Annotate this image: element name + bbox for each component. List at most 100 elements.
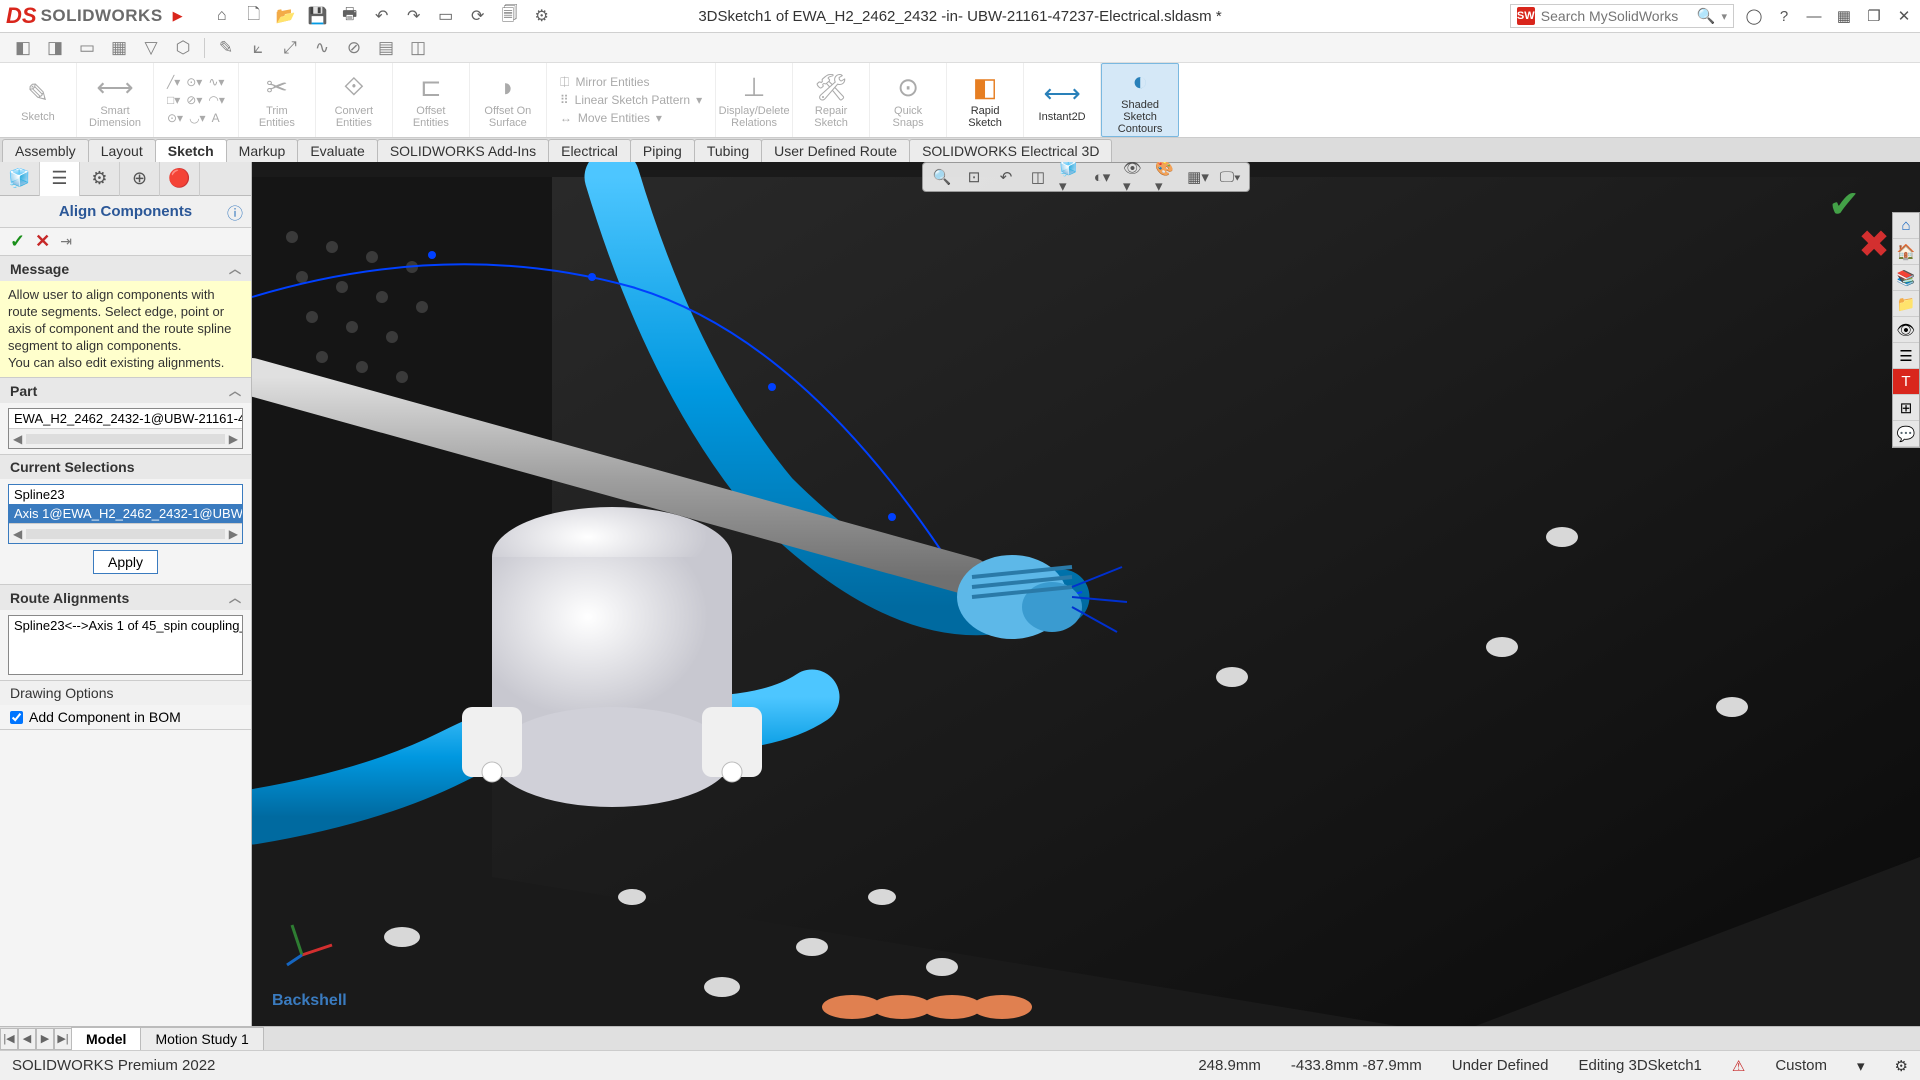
current-selections-box[interactable]: Spline23 Axis 1@EWA_H2_2462_2432-1@UBW-2… <box>8 484 243 544</box>
display-style-icon[interactable]: ◐▾ <box>1091 166 1113 188</box>
task-explorer-icon[interactable]: 📁 <box>1893 291 1919 317</box>
status-settings-icon[interactable]: ⚙ <box>1895 1057 1908 1075</box>
model-tab[interactable]: Model <box>71 1027 141 1051</box>
current-selections-head[interactable]: Current Selections <box>0 455 251 479</box>
scroll-right-icon[interactable]: ▶ <box>229 432 238 446</box>
instant2d-button[interactable]: ⟷Instant2D <box>1032 78 1092 123</box>
route-alignment-item[interactable]: Spline23<-->Axis 1 of 45_spin coupling_B… <box>9 616 242 635</box>
undo-icon[interactable]: ↶ <box>371 5 393 27</box>
tab-user-route[interactable]: User Defined Route <box>761 139 910 162</box>
shaded-contours-button[interactable]: ◐Shaded Sketch Contours <box>1110 66 1170 135</box>
minimize-icon[interactable]: — <box>1804 6 1824 26</box>
quick-snaps-button[interactable]: ⊙Quick Snaps <box>878 72 938 129</box>
task-resources-icon[interactable]: 🏠 <box>1893 239 1919 265</box>
home-icon[interactable]: ⌂ <box>211 5 233 27</box>
scene-icon[interactable]: ▦▾ <box>1187 166 1209 188</box>
scroll-right-icon[interactable]: ▶ <box>229 527 238 541</box>
tab-electrical[interactable]: Electrical <box>548 139 631 162</box>
appearance-icon[interactable]: 🎨▾ <box>1155 166 1177 188</box>
close-icon[interactable]: ✕ <box>1894 6 1914 26</box>
select-icon[interactable]: ▭ <box>435 5 457 27</box>
status-chevron-icon[interactable]: ▾ <box>1857 1057 1865 1075</box>
add-bom-checkbox[interactable] <box>10 711 23 724</box>
search-chevron-icon[interactable]: ▾ <box>1721 10 1727 23</box>
smart-dimension-button[interactable]: ⟷Smart Dimension <box>85 72 145 129</box>
status-ui-mode[interactable]: Custom <box>1775 1057 1827 1074</box>
ok-icon[interactable]: ✓ <box>10 231 25 252</box>
confirm-corner-ok-icon[interactable]: ✔ <box>1828 182 1860 227</box>
scroll-left-icon[interactable]: ◀ <box>13 527 22 541</box>
print-icon[interactable]: 🖶 <box>339 5 361 27</box>
rapid-sketch-button[interactable]: ◧Rapid Sketch <box>955 72 1015 129</box>
rebuild-icon[interactable]: ⟳ <box>467 5 489 27</box>
qat-icon[interactable]: ▤ <box>375 37 397 59</box>
qat-icon[interactable]: ▦ <box>108 37 130 59</box>
app-menu-chevron-icon[interactable]: ▶ <box>173 8 183 24</box>
scroll-left-icon[interactable]: ◀ <box>13 432 22 446</box>
first-tab-icon[interactable]: |◀ <box>0 1028 18 1050</box>
qat-icon[interactable]: ✎ <box>215 37 237 59</box>
open-icon[interactable]: 📂 <box>275 5 297 27</box>
tab-sketch[interactable]: Sketch <box>155 139 227 162</box>
tab-assembly[interactable]: Assembly <box>2 139 89 162</box>
last-tab-icon[interactable]: ▶| <box>54 1028 72 1050</box>
sketch-button[interactable]: ✎Sketch <box>8 78 68 123</box>
part-section-head[interactable]: Part︿ <box>0 378 251 403</box>
settings-gear-icon[interactable]: ⚙ <box>531 5 553 27</box>
prev-view-icon[interactable]: ↶ <box>995 166 1017 188</box>
status-warn-icon[interactable]: ⚠ <box>1732 1057 1745 1075</box>
tab-evaluate[interactable]: Evaluate <box>297 139 377 162</box>
new-icon[interactable]: 🗋 <box>243 5 265 27</box>
zoom-fit-icon[interactable]: 🔍 <box>931 166 953 188</box>
route-alignments-head[interactable]: Route Alignments︿ <box>0 585 251 610</box>
search-icon[interactable]: 🔍 <box>1697 7 1716 25</box>
appearance-tab-icon[interactable]: 🔴 <box>160 162 200 196</box>
search-input[interactable] <box>1541 8 1691 24</box>
part-selection-box[interactable]: EWA_H2_2462_2432-1@UBW-21161-47237-E ◀▶ <box>8 408 243 449</box>
tab-tubing[interactable]: Tubing <box>694 139 762 162</box>
prev-tab-icon[interactable]: ◀ <box>18 1028 36 1050</box>
offset-surface-button[interactable]: ◗Offset On Surface <box>478 72 538 129</box>
confirm-corner-cancel-icon[interactable]: ✖ <box>1858 222 1890 267</box>
add-bom-checkbox-row[interactable]: Add Component in BOM <box>0 705 251 729</box>
feature-tree-tab-icon[interactable]: 🧊 <box>0 162 40 196</box>
task-list-icon[interactable]: ☰ <box>1893 343 1919 369</box>
layout-icon[interactable]: ▦ <box>1834 6 1854 26</box>
qat-icon[interactable]: ▭ <box>76 37 98 59</box>
save-icon[interactable]: 💾 <box>307 5 329 27</box>
cancel-icon[interactable]: ✕ <box>35 231 50 252</box>
task-view-icon[interactable]: 👁 <box>1893 317 1919 343</box>
redo-icon[interactable]: ↷ <box>403 5 425 27</box>
property-tab-icon[interactable]: ☰ <box>40 162 80 196</box>
tab-markup[interactable]: Markup <box>226 139 299 162</box>
graphics-viewport[interactable]: 🔍 ⊡ ↶ ◫ 🧊▾ ◐▾ 👁▾ 🎨▾ ▦▾ 🖵▾ ✔ ✖ ⌂ 🏠 📚 📁 👁 … <box>252 162 1920 1050</box>
user-icon[interactable]: ◯ <box>1744 6 1764 26</box>
qat-icon[interactable]: ∿ <box>311 37 333 59</box>
display-delete-button[interactable]: ⊥Display/Delete Relations <box>724 72 784 129</box>
tab-layout[interactable]: Layout <box>88 139 156 162</box>
offset-button[interactable]: ⊏Offset Entities <box>401 72 461 129</box>
qat-icon[interactable]: ▽ <box>140 37 162 59</box>
tab-addins[interactable]: SOLIDWORKS Add-Ins <box>377 139 549 162</box>
apply-button[interactable]: Apply <box>93 550 158 574</box>
qat-icon[interactable]: ◨ <box>44 37 66 59</box>
view-orient-icon[interactable]: 🧊▾ <box>1059 166 1081 188</box>
options-icon[interactable]: 🗐 <box>499 5 521 27</box>
task-forum-icon[interactable]: 💬 <box>1893 421 1919 447</box>
qat-icon[interactable]: ⬡ <box>172 37 194 59</box>
tab-electrical3d[interactable]: SOLIDWORKS Electrical 3D <box>909 139 1112 162</box>
selection-item[interactable]: Axis 1@EWA_H2_2462_2432-1@UBW-21161- <box>9 504 242 523</box>
qat-icon[interactable]: ◫ <box>407 37 429 59</box>
hide-show-icon[interactable]: 👁▾ <box>1123 166 1145 188</box>
trim-button[interactable]: ✂Trim Entities <box>247 72 307 129</box>
qat-icon[interactable]: ⊘ <box>343 37 365 59</box>
qat-icon[interactable]: ◧ <box>12 37 34 59</box>
qat-icon[interactable]: ⤢ <box>279 37 301 59</box>
task-library-icon[interactable]: 📚 <box>1893 265 1919 291</box>
next-tab-icon[interactable]: ▶ <box>36 1028 54 1050</box>
view-triad-icon[interactable] <box>282 910 342 970</box>
tab-piping[interactable]: Piping <box>630 139 695 162</box>
restore-icon[interactable]: ❐ <box>1864 6 1884 26</box>
motion-study-tab[interactable]: Motion Study 1 <box>140 1027 263 1051</box>
task-props-icon[interactable]: ⊞ <box>1893 395 1919 421</box>
